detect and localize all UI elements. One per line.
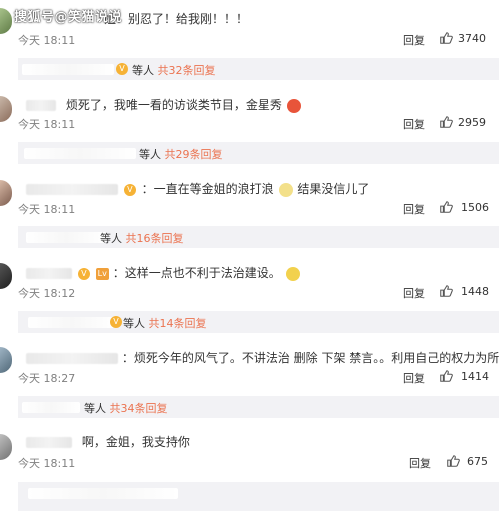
v-badge-icon: V	[77, 267, 90, 280]
thumbs-up-icon[interactable]	[439, 284, 453, 298]
like-count: 1506	[461, 201, 489, 214]
comment-time: 今天 18:11	[18, 203, 76, 216]
emoji-icon	[278, 182, 293, 197]
emoji-icon	[286, 98, 301, 113]
reply-button[interactable]: 回复	[403, 285, 425, 301]
reply-button[interactable]: 回复	[403, 116, 425, 132]
v-badge-icon: V	[110, 316, 122, 328]
reply-button[interactable]: 回复	[403, 32, 425, 48]
comment-time: 今天 18:27	[18, 372, 76, 385]
avatar[interactable]	[0, 347, 12, 373]
username[interactable]	[26, 437, 72, 448]
avatar[interactable]	[0, 434, 12, 460]
comment-text-a: ：一直在等金姐的浪打浪	[141, 182, 274, 196]
reply-button[interactable]: 回复	[409, 455, 431, 471]
sub-replies[interactable]: 等人 共34条回复	[18, 396, 499, 418]
emoji-icon	[285, 266, 300, 281]
v-badge-icon: V	[123, 183, 136, 196]
v-badge-icon: V	[116, 63, 128, 75]
thumbs-up-icon[interactable]	[439, 369, 453, 383]
username[interactable]	[26, 353, 118, 364]
avatar[interactable]	[0, 8, 12, 34]
like-count: 1448	[461, 285, 489, 298]
avatar[interactable]	[0, 96, 12, 122]
sub-replies-suffix: 等人	[132, 64, 154, 77]
comment-text: 姐！别忍了！给我刚！！！	[104, 12, 249, 26]
thumbs-up-icon[interactable]	[439, 31, 453, 45]
sub-replies-count[interactable]: 共34条回复	[110, 402, 168, 415]
level-badge-icon: Lv	[95, 267, 109, 280]
like-count: 2959	[458, 116, 486, 129]
thumbs-up-icon[interactable]	[439, 200, 453, 214]
watermark: 搜狐号@笑猫说说	[14, 10, 123, 25]
thumbs-up-icon[interactable]	[439, 115, 453, 129]
comment-time: 今天 18:11	[18, 34, 76, 47]
sub-replies-count[interactable]: 共29条回复	[165, 148, 223, 161]
reply-button[interactable]: 回复	[403, 370, 425, 386]
avatar[interactable]	[0, 180, 12, 206]
sub-replies[interactable]: 等人 共16条回复	[18, 226, 499, 248]
sub-replies[interactable]	[18, 482, 499, 511]
sub-replies-count[interactable]: 共14条回复	[149, 317, 207, 330]
comment-text: ：烦死今年的风气了。不讲法治 删除 下架 禁言。。利用自己的权力为所欲为	[121, 351, 499, 365]
sub-replies[interactable]: 等人 共29条回复	[18, 142, 499, 164]
like-count: 675	[467, 455, 488, 468]
comment-text: 烦死了，我唯一看的访谈类节目，金星秀	[65, 98, 282, 112]
sub-replies-count[interactable]: 共32条回复	[158, 64, 216, 77]
avatar[interactable]	[0, 263, 12, 289]
sub-replies-suffix: 等人	[139, 148, 161, 161]
thumbs-up-icon[interactable]	[446, 454, 460, 468]
comment-text: ：这样一点也不利于法治建设。	[112, 266, 281, 280]
comment-text-b: 结果没信儿了	[297, 182, 370, 196]
like-count: 3740	[458, 32, 486, 45]
sub-replies[interactable]: V 等人 共32条回复	[18, 58, 499, 80]
sub-replies-count[interactable]: 共16条回复	[126, 232, 184, 245]
comment-time: 今天 18:11	[18, 457, 76, 470]
like-count: 1414	[461, 370, 489, 383]
sub-replies[interactable]: V 等人 共14条回复	[18, 311, 499, 333]
username[interactable]	[26, 184, 118, 195]
comment-time: 今天 18:12	[18, 287, 76, 300]
sub-replies-suffix: 等人	[123, 317, 145, 330]
username[interactable]	[26, 268, 72, 279]
sub-replies-suffix: 等人	[100, 232, 122, 245]
comment-text: 啊，金姐，我支持你	[81, 435, 190, 449]
sub-replies-suffix: 等人	[84, 402, 106, 415]
username[interactable]	[26, 100, 56, 111]
reply-button[interactable]: 回复	[403, 201, 425, 217]
comment-time: 今天 18:11	[18, 118, 76, 131]
